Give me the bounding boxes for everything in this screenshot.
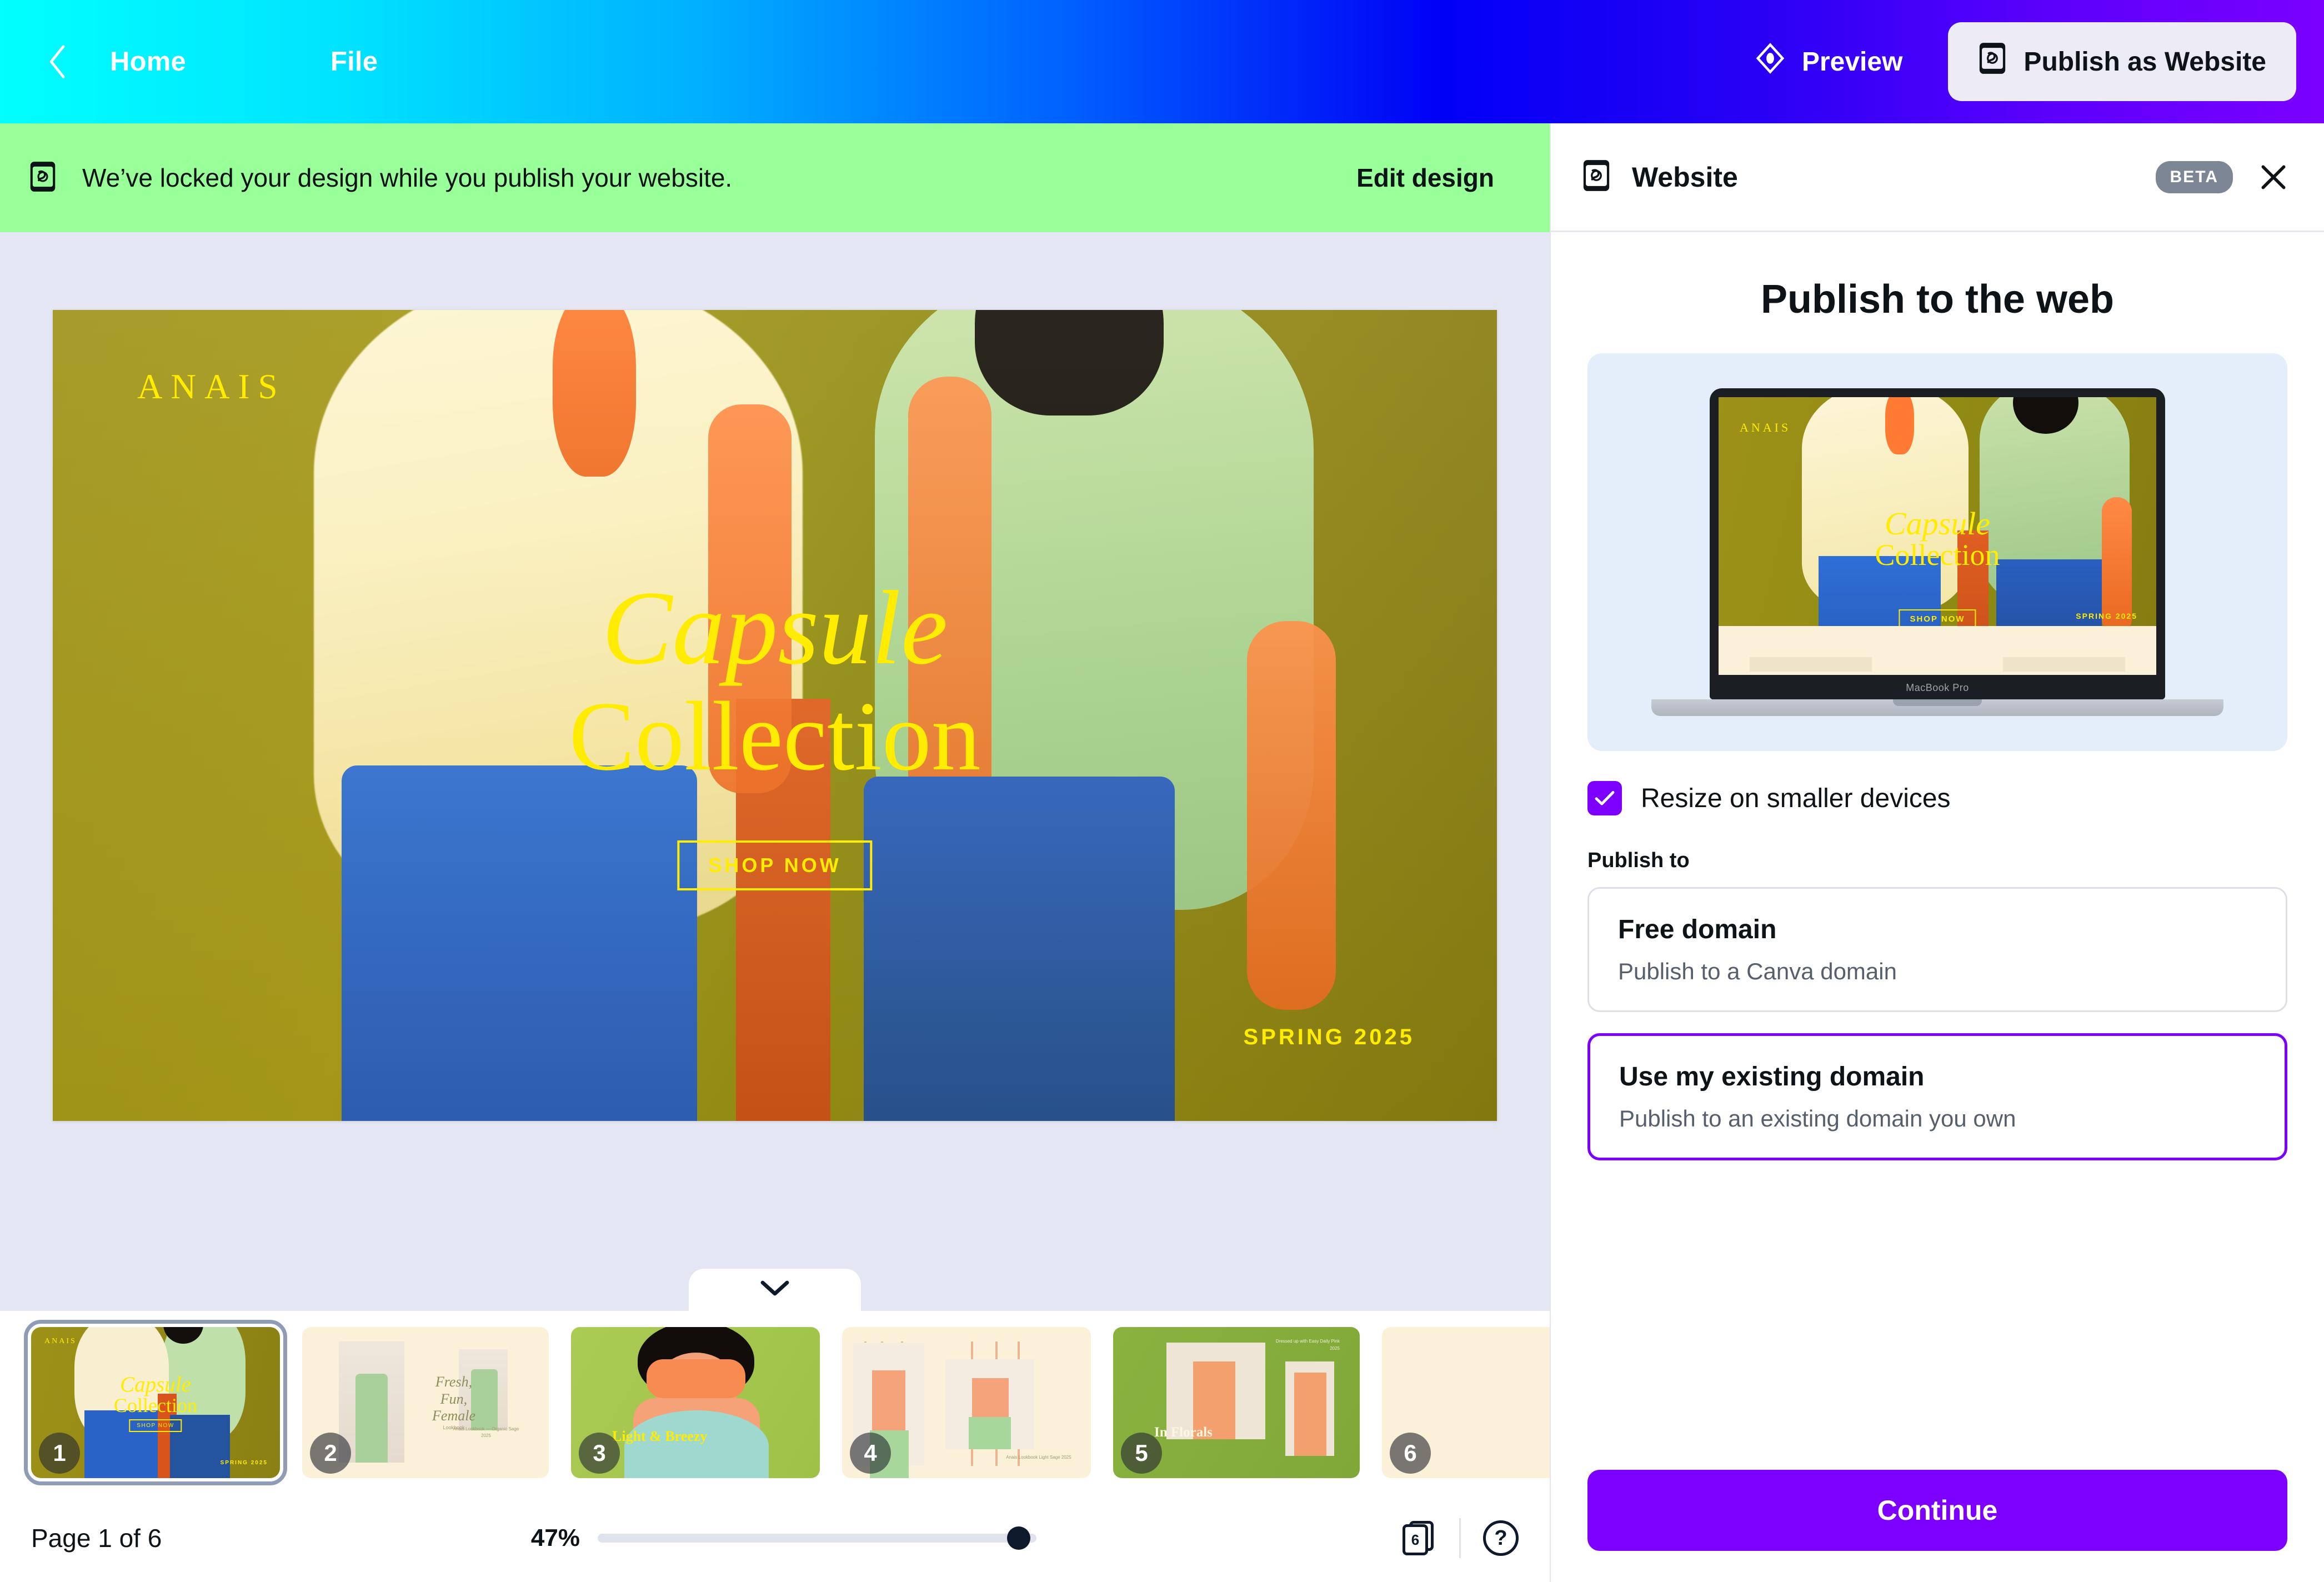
option-existing-domain-subtitle: Publish to an existing domain you own (1619, 1105, 2256, 1132)
thumbnail-title-line2: Collection (114, 1394, 197, 1416)
thumbnail-number: 6 (1390, 1433, 1431, 1474)
option-free-domain-title: Free domain (1618, 914, 2257, 945)
toolbar-left-group: Home File (0, 38, 394, 85)
design-locked-banner: We’ve locked your design while you publi… (0, 123, 1550, 232)
thumbnail-number: 2 (310, 1433, 351, 1474)
preview-button[interactable]: Preview (1732, 28, 1925, 96)
thumbnail-title: In Florals (1154, 1425, 1213, 1440)
resize-checkbox-label: Resize on smaller devices (1641, 783, 1951, 814)
design-page-1[interactable]: ANAIS Capsule Collection SHOP NOW SPRING… (53, 310, 1497, 1121)
thumbnail-title-line1: Fresh, (435, 1374, 472, 1390)
thumbnail-title-line1: Capsule (31, 1374, 280, 1395)
thumbnail-title-line3: Female (432, 1408, 475, 1424)
edit-design-button[interactable]: Edit design (1334, 148, 1516, 207)
zoom-slider[interactable] (598, 1534, 1036, 1543)
panel-body: Publish to the web (1551, 232, 2324, 1470)
publish-to-label: Publish to (1587, 849, 2287, 873)
laptop-headline-line2: Collection (1719, 540, 2156, 570)
pages-count-label: 6 (1403, 1524, 1428, 1555)
page-photo (53, 310, 1497, 1121)
thumbnail-number: 4 (850, 1433, 891, 1474)
preview-button-label: Preview (1802, 47, 1902, 77)
laptop-screen-content: ANAIS Capsule Collection SHOP NOW SPRING… (1719, 397, 2156, 675)
website-preview-card: ANAIS Capsule Collection SHOP NOW SPRING… (1587, 353, 2287, 751)
publish-as-website-label: Publish as Website (2024, 47, 2266, 77)
thumbnail-title: Capsule Collection (31, 1374, 280, 1415)
panel-header: Website BETA (1551, 123, 2324, 232)
laptop-device-label: MacBook Pro (1710, 682, 2165, 694)
panel-title: Website (1632, 161, 1738, 193)
beta-badge: BETA (2156, 161, 2233, 193)
laptop-base (1651, 699, 2223, 716)
page-thumbnail-3[interactable]: Light & Breezy 3 (571, 1327, 820, 1478)
publish-as-website-button[interactable]: Publish as Website (1948, 22, 2296, 101)
resize-on-smaller-devices-row[interactable]: Resize on smaller devices (1587, 781, 2287, 815)
editor-main-column: We’ve locked your design while you publi… (0, 123, 1550, 1582)
close-icon[interactable] (2255, 159, 2292, 196)
zoom-level-label: 47% (513, 1524, 580, 1552)
website-publish-panel: Website BETA Publish to the web (1550, 123, 2324, 1582)
top-toolbar: Home File Preview (0, 0, 2324, 123)
collapse-panel-toggle[interactable] (689, 1269, 861, 1311)
thumbnail-title: Fresh, Fun, Female (412, 1374, 495, 1425)
pages-icon[interactable]: 6 (1403, 1521, 1437, 1555)
design-canvas-area[interactable]: ANAIS Capsule Collection SHOP NOW SPRING… (0, 232, 1550, 1311)
thumbnail-title-line2: Fun, (440, 1391, 467, 1407)
thumbnail-cta: SHOP NOW (129, 1419, 182, 1432)
thumbnail-number: 3 (579, 1433, 620, 1474)
divider (1459, 1518, 1461, 1558)
thumbnail-title: Light & Breezy (612, 1428, 707, 1445)
website-icon (29, 160, 57, 196)
eye-icon (1754, 42, 1786, 81)
page-thumbnail-4[interactable]: Anais Lookbook Light Sage 2025 4 (842, 1327, 1091, 1478)
panel-heading: Publish to the web (1587, 277, 2287, 322)
resize-checkbox[interactable] (1587, 781, 1622, 815)
chevron-left-icon[interactable] (43, 47, 73, 77)
thumbnail-season: SPRING 2025 (221, 1460, 268, 1466)
option-existing-domain[interactable]: Use my existing domain Publish to an exi… (1587, 1033, 2287, 1160)
page-thumbnail-strip[interactable]: ANAIS Capsule Collection SHOP NOW SPRING… (0, 1311, 1550, 1494)
zoom-slider-handle[interactable] (1007, 1526, 1030, 1550)
option-free-domain-subtitle: Publish to a Canva domain (1618, 958, 2257, 985)
laptop-screen: ANAIS Capsule Collection SHOP NOW SPRING… (1710, 388, 2165, 699)
page-thumbnail-5[interactable]: Dressed up with Easy Daily Pink 2025 In … (1113, 1327, 1360, 1478)
laptop-page-strip (1719, 626, 2156, 675)
canva-editor-window: Home File Preview (0, 0, 2324, 1582)
toolbar-right-group: Preview Publish as Website (1732, 22, 2324, 101)
thumbnail-number: 5 (1121, 1433, 1162, 1474)
thumbnail-number: 1 (39, 1433, 80, 1474)
page-thumbnail-6[interactable]: 6 (1382, 1327, 1550, 1478)
editor-status-bar: Page 1 of 6 47% 6 ? (0, 1494, 1550, 1582)
help-icon[interactable]: ? (1483, 1520, 1519, 1556)
design-shop-now-button[interactable]: SHOP NOW (677, 840, 872, 890)
design-brand-text: ANAIS (137, 367, 286, 407)
page-indicator: Page 1 of 6 (31, 1523, 162, 1553)
laptop-mockup: ANAIS Capsule Collection SHOP NOW SPRING… (1651, 388, 2223, 716)
laptop-brand-text: ANAIS (1740, 420, 1791, 435)
page-thumbnail-1[interactable]: ANAIS Capsule Collection SHOP NOW SPRING… (31, 1327, 280, 1478)
editor-body: We’ve locked your design while you publi… (0, 123, 2324, 1582)
thumbnail-caption: Dressed up with Easy Daily Pink 2025 (1273, 1338, 1340, 1353)
nav-file[interactable]: File (314, 38, 394, 85)
thumbnail-caption: Anais Lookbook Light Sage 2025 (1005, 1454, 1072, 1461)
thumbnail-caption: Anais Lookbook — Organic Sage 2025 (450, 1426, 522, 1439)
option-free-domain[interactable]: Free domain Publish to a Canva domain (1587, 887, 2287, 1012)
continue-button[interactable]: Continue (1587, 1470, 2287, 1551)
website-icon (1582, 158, 1611, 196)
design-locked-message: We’ve locked your design while you publi… (82, 163, 732, 193)
panel-footer: Continue (1551, 1470, 2324, 1582)
design-season-text: SPRING 2025 (1244, 1025, 1415, 1050)
chevron-down-icon (760, 1280, 789, 1300)
status-bar-right-group: 6 ? (1403, 1518, 1519, 1558)
website-icon (1978, 41, 2007, 82)
option-existing-domain-title: Use my existing domain (1619, 1062, 2256, 1092)
zoom-control-group: 47% (513, 1524, 1036, 1552)
laptop-headline: Capsule Collection (1719, 507, 2156, 570)
laptop-headline-line1: Capsule (1719, 507, 2156, 540)
page-thumbnail-2[interactable]: Fresh, Fun, Female Lookbook Anais Lookbo… (302, 1327, 549, 1478)
thumbnail-brand: ANAIS (44, 1337, 77, 1346)
nav-home[interactable]: Home (93, 38, 203, 85)
laptop-season-text: SPRING 2025 (2076, 612, 2137, 620)
